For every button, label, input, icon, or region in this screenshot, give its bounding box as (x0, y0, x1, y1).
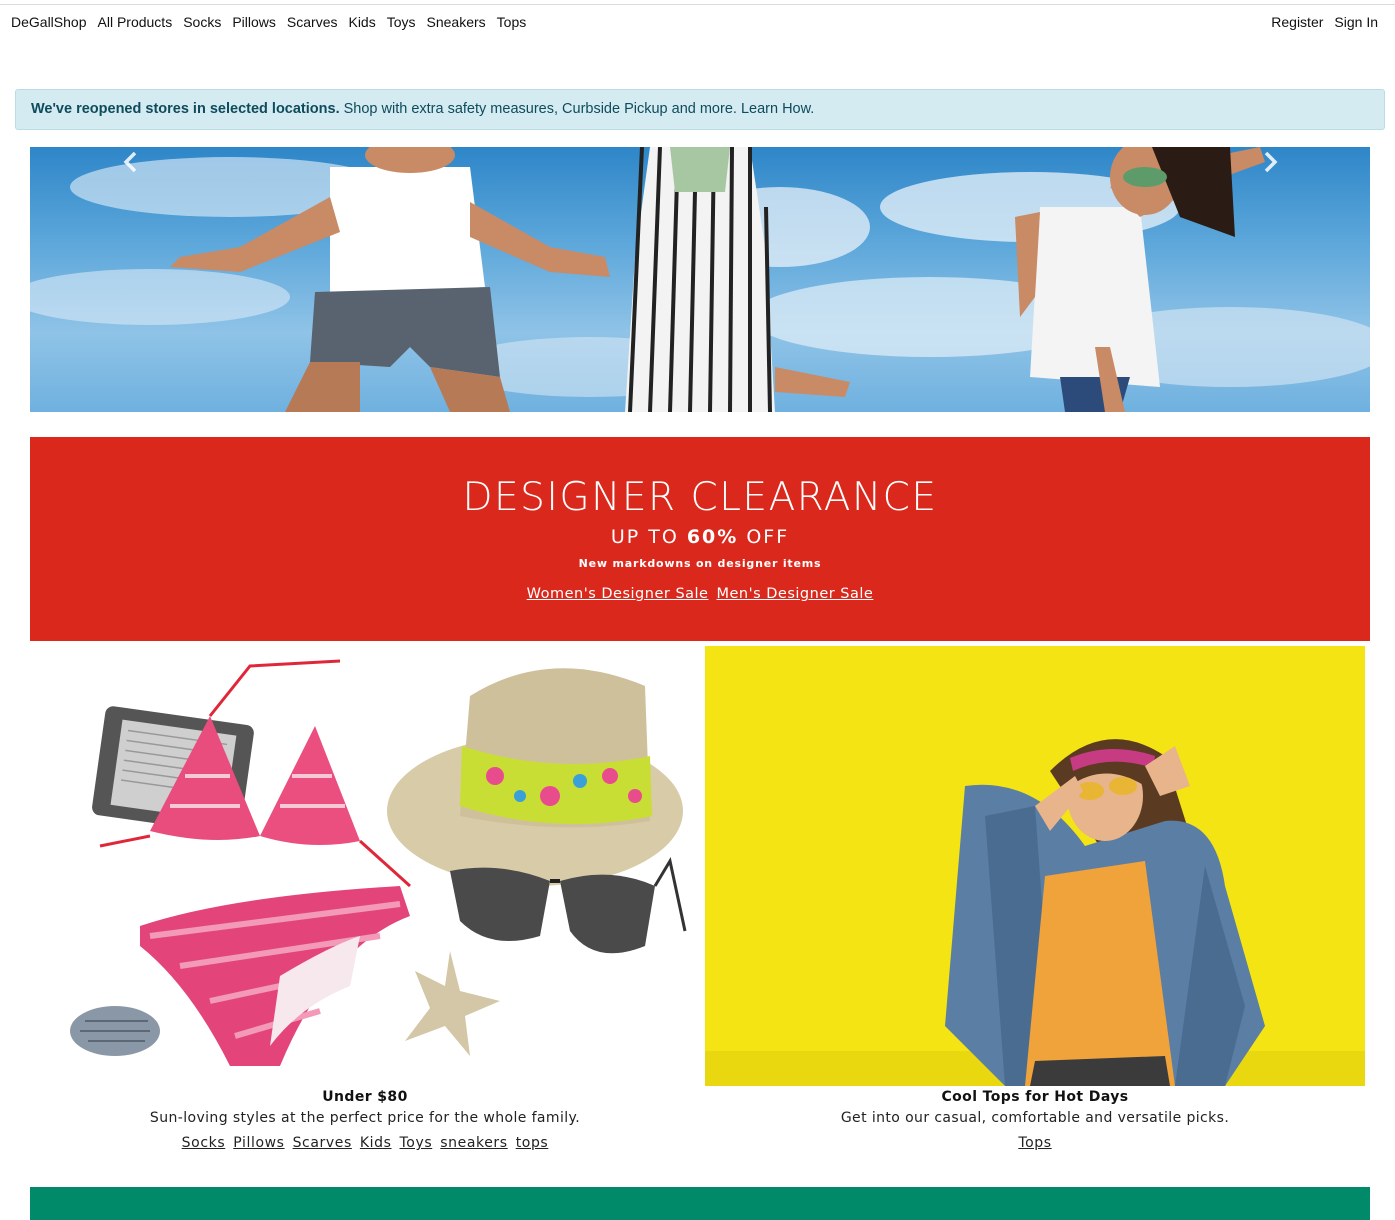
nav-item-socks[interactable]: Socks (183, 14, 221, 30)
alert-text[interactable]: Shop with extra safety measures, Curbsid… (340, 101, 815, 117)
alert-bold-text: We've reopened stores in selected locati… (31, 101, 340, 117)
hero-image (30, 147, 1370, 412)
card-desc-under-80: Sun-loving styles at the perfect price f… (149, 1110, 581, 1126)
promo-subtitle: UP TO 60% OFF (30, 526, 1370, 548)
card-title-cool-tops: Cool Tops for Hot Days (941, 1089, 1129, 1105)
category-link-tops-right[interactable]: Tops (1018, 1135, 1051, 1151)
nav-item-toys[interactable]: Toys (387, 14, 416, 30)
mens-designer-sale-link[interactable]: Men's Designer Sale (716, 586, 873, 602)
nav-item-kids[interactable]: Kids (348, 14, 375, 30)
category-link-scarves[interactable]: Scarves (293, 1135, 352, 1151)
hero-carousel[interactable] (30, 147, 1370, 412)
under-80-category-links: Socks Pillows Scarves Kids Toys sneakers… (30, 1135, 700, 1151)
category-link-sneakers[interactable]: sneakers (440, 1135, 507, 1151)
category-link-toys[interactable]: Toys (400, 1135, 433, 1151)
category-link-socks[interactable]: Socks (182, 1135, 226, 1151)
nav-right-group: Register Sign In (1271, 14, 1378, 30)
promo-description: New markdowns on designer items (578, 557, 822, 570)
register-link[interactable]: Register (1271, 14, 1323, 30)
woman-yellow-wall-image (705, 646, 1365, 1086)
nav-left-group: DeGallShop All Products Socks Pillows Sc… (11, 14, 526, 30)
category-link-pillows[interactable]: Pillows (233, 1135, 284, 1151)
green-promo-band (30, 1187, 1370, 1220)
chevron-left-icon[interactable] (116, 147, 146, 177)
category-link-kids[interactable]: Kids (360, 1135, 392, 1151)
card-title-under-80: Under $80 (322, 1089, 408, 1105)
promo-discount: 60% (686, 526, 739, 548)
designer-clearance-banner: DESIGNER CLEARANCE UP TO 60% OFF New mar… (30, 437, 1370, 641)
nav-item-tops[interactable]: Tops (497, 14, 527, 30)
category-link-tops[interactable]: tops (516, 1135, 549, 1151)
nav-item-scarves[interactable]: Scarves (287, 14, 338, 30)
card-desc-cool-tops: Get into our casual, comfortable and ver… (840, 1110, 1230, 1126)
promo-sub-suffix: OFF (738, 526, 790, 548)
womens-designer-sale-link[interactable]: Women's Designer Sale (527, 586, 709, 602)
chevron-right-icon[interactable] (1255, 147, 1285, 177)
nav-item-pillows[interactable]: Pillows (232, 14, 276, 30)
cool-tops-category-links: Tops (705, 1135, 1365, 1151)
promo-title: DESIGNER CLEARANCE (462, 475, 938, 520)
store-reopen-alert: We've reopened stores in selected locati… (15, 89, 1385, 130)
under-80-image[interactable] (30, 646, 700, 1086)
sign-in-link[interactable]: Sign In (1334, 14, 1378, 30)
cool-tops-card-text: Cool Tops for Hot Days Get into our casu… (705, 1089, 1365, 1151)
brand-link[interactable]: DeGallShop (11, 14, 87, 30)
promo-links: Women's Designer Sale Men's Designer Sal… (30, 586, 1370, 602)
under-80-card-text: Under $80 Sun-loving styles at the perfe… (30, 1089, 700, 1151)
cool-tops-image[interactable] (705, 646, 1365, 1086)
nav-item-all-products[interactable]: All Products (98, 14, 173, 30)
top-navbar: DeGallShop All Products Socks Pillows Sc… (0, 5, 1395, 41)
promo-sub-prefix: UP TO (610, 526, 687, 548)
summer-accessories-image (70, 659, 687, 1066)
nav-item-sneakers[interactable]: Sneakers (427, 14, 486, 30)
